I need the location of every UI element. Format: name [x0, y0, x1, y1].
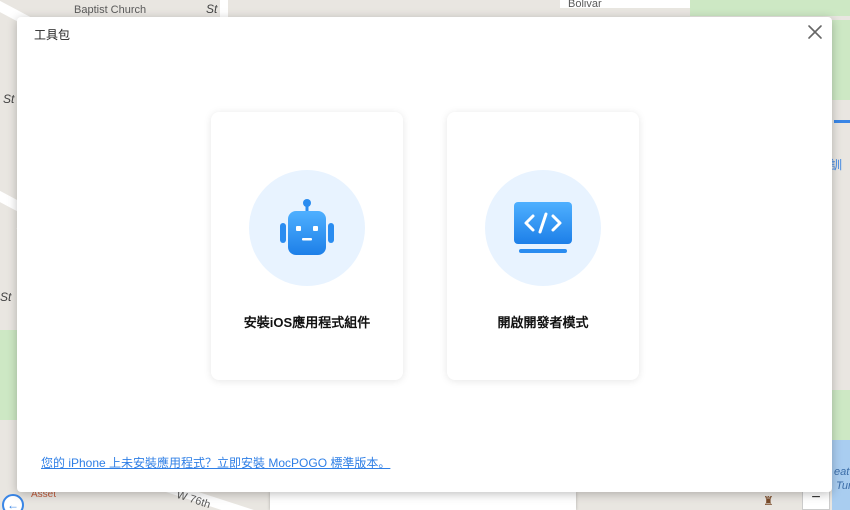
close-icon[interactable] — [806, 23, 824, 41]
card-label: 開啟開發者模式 — [497, 315, 589, 330]
code-monitor-icon — [514, 202, 572, 253]
map-label-water: eat — [834, 466, 850, 478]
icon-circle — [249, 170, 365, 286]
bottom-panel — [270, 492, 576, 510]
icon-circle — [485, 170, 601, 286]
arrow-left-icon[interactable]: ← — [2, 494, 24, 510]
card-label: 安裝iOS應用程式組件 — [243, 315, 371, 330]
map-label-street: St — [0, 290, 12, 304]
map-label-street: St — [206, 2, 218, 16]
developer-mode-card[interactable]: 開啟開發者模式 — [447, 112, 639, 380]
install-ios-component-card[interactable]: 安裝iOS應用程式組件 — [211, 112, 403, 380]
robot-icon — [280, 199, 334, 255]
right-panel-tab[interactable] — [834, 120, 850, 123]
map-label-water: Turt — [836, 480, 850, 492]
landmark-icon: ♜ — [763, 494, 774, 508]
map-label-street: St — [3, 92, 15, 106]
toolkit-dialog: 工具包 安裝iOS應用程式組件 開啟開發者模式 您的 iPhone 上未安裝應用… — [17, 17, 832, 492]
map-label-bolivar: Bolivar — [568, 0, 602, 10]
install-standard-version-link[interactable]: 您的 iPhone 上未安裝應用程式？立即安裝 MocPOGO 標準版本。 — [41, 454, 390, 471]
dialog-title: 工具包 — [34, 28, 71, 42]
map-label-church: Baptist Church — [74, 4, 147, 16]
